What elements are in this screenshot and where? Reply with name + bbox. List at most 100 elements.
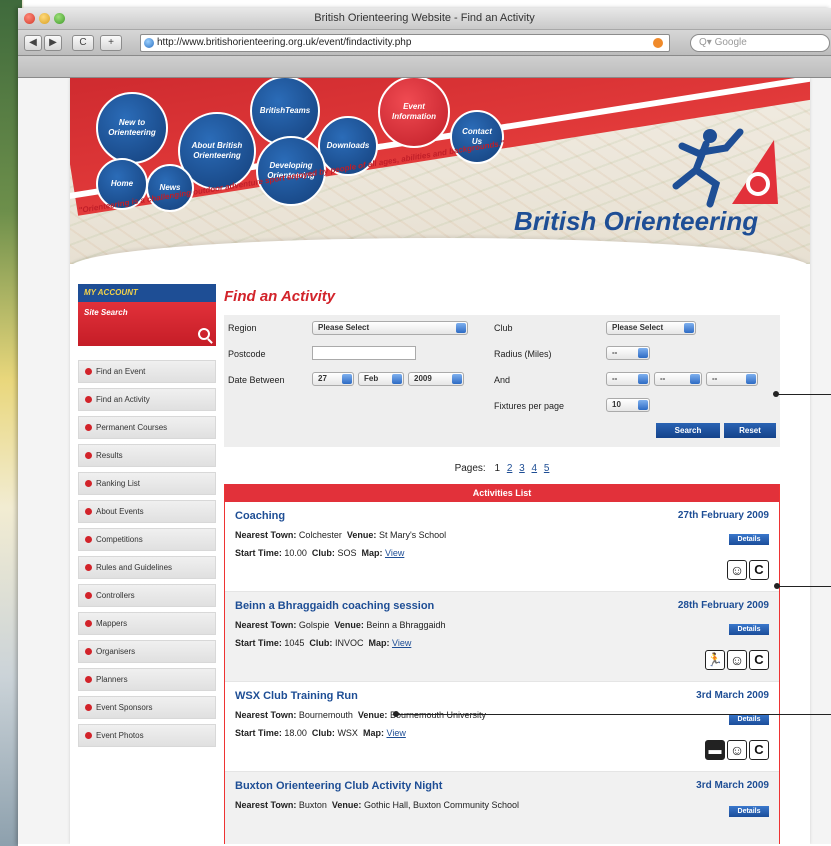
activity-row: Buxton Orienteering Club Activity Night … <box>225 772 779 844</box>
rss-icon[interactable] <box>653 38 663 48</box>
sidebar-item-planners[interactable]: Planners <box>78 668 216 691</box>
page-link-1: 1 <box>494 463 501 474</box>
sidebar-item-label: Event Sponsors <box>96 703 153 712</box>
radius-label: Radius (Miles) <box>494 349 552 359</box>
sidebar-item-competitions[interactable]: Competitions <box>78 528 216 551</box>
sidebar-item-event-sponsors[interactable]: Event Sponsors <box>78 696 216 719</box>
page-link-5[interactable]: 5 <box>544 463 550 474</box>
details-button[interactable]: Details <box>729 806 769 817</box>
address-url: http://www.britishorienteering.org.uk/ev… <box>157 37 412 48</box>
google-search-field[interactable]: Q▾ Google <box>690 34 830 52</box>
sidebar-item-label: Organisers <box>96 647 136 656</box>
details-button[interactable]: Details <box>729 714 769 725</box>
sidebar-item-rules-and-guidelines[interactable]: Rules and Guidelines <box>78 556 216 579</box>
end-year-select[interactable]: -- <box>706 372 758 386</box>
activity-title[interactable]: Buxton Orienteering Club Activity Night <box>235 780 769 792</box>
coaching-c-icon: C <box>749 650 769 670</box>
venue-value: St Mary's School <box>378 530 447 540</box>
sidebar-item-label: Mappers <box>96 619 128 628</box>
end-month-select[interactable]: -- <box>654 372 702 386</box>
bullet-icon <box>85 732 92 739</box>
back-button[interactable]: ◀ <box>24 35 42 51</box>
start-time-value: 10.00 <box>284 548 307 558</box>
activity-title[interactable]: WSX Club Training Run <box>235 690 769 702</box>
nav-bubble-new-to-orienteering[interactable]: New to Orienteering <box>96 92 168 164</box>
search-icon: Q▾ <box>699 37 715 48</box>
sidebar-item-find-an-activity[interactable]: Find an Activity <box>78 388 216 411</box>
map-view-link[interactable]: View <box>385 548 404 558</box>
start-year-select[interactable]: 2009 <box>408 372 464 386</box>
start-time-label: Start Time: <box>235 728 282 738</box>
sidebar-item-label: Controllers <box>96 591 135 600</box>
my-account-tab[interactable]: MY ACCOUNT <box>78 284 216 302</box>
sidebar-item-find-an-event[interactable]: Find an Event <box>78 360 216 383</box>
sidebar-item-label: Rules and Guidelines <box>96 563 173 572</box>
bullet-icon <box>85 704 92 711</box>
map-view-link[interactable]: View <box>386 728 405 738</box>
nearest-town-value: Golspie <box>298 620 330 630</box>
callout-line <box>396 714 831 715</box>
smiley-icon: ☺ <box>727 560 747 580</box>
bullet-icon <box>85 396 92 403</box>
page-link-3[interactable]: 3 <box>519 463 525 474</box>
venue-label: Venue: <box>334 620 364 630</box>
address-bar[interactable]: http://www.britishorienteering.org.uk/ev… <box>140 34 670 52</box>
forward-button[interactable]: ▶ <box>44 35 62 51</box>
page-link-2[interactable]: 2 <box>507 463 513 474</box>
page-title: Find an Activity <box>224 288 336 305</box>
sidebar-item-organisers[interactable]: Organisers <box>78 640 216 663</box>
night-torch-icon: ▬ <box>705 740 725 760</box>
site-search-label: Site Search <box>84 308 128 317</box>
nearest-town-label: Nearest Town: <box>235 710 297 720</box>
sidebar-nav: Find an Event Find an Activity Permanent… <box>78 360 216 747</box>
sidebar-item-results[interactable]: Results <box>78 444 216 467</box>
start-time-value: 18.00 <box>284 728 307 738</box>
fixtures-per-page-select[interactable]: 10 <box>606 398 650 412</box>
sidebar-item-event-photos[interactable]: Event Photos <box>78 724 216 747</box>
details-button[interactable]: Details <box>729 534 769 545</box>
page-link-4[interactable]: 4 <box>532 463 538 474</box>
window-title: British Orienteering Website - Find an A… <box>314 12 535 24</box>
sidebar-item-controllers[interactable]: Controllers <box>78 584 216 607</box>
nav-bubble-event-information[interactable]: Event Information <box>378 78 450 148</box>
reload-button[interactable]: C <box>72 35 94 51</box>
activity-location: Nearest Town: Bournemouth Venue: Bournem… <box>235 710 769 720</box>
bullet-icon <box>85 564 92 571</box>
sidebar-item-permanent-courses[interactable]: Permanent Courses <box>78 416 216 439</box>
club-label: Club <box>494 323 513 333</box>
search-button[interactable]: Search <box>656 423 720 438</box>
postcode-input[interactable] <box>312 346 416 360</box>
map-view-link[interactable]: View <box>392 638 411 648</box>
start-month-select[interactable]: Feb <box>358 372 404 386</box>
nav-bubble-contact-us[interactable]: Contact Us <box>450 110 504 164</box>
sidebar-item-mappers[interactable]: Mappers <box>78 612 216 635</box>
browser-toolbar: ◀ ▶ C + http://www.britishorienteering.o… <box>18 30 831 56</box>
nearest-town-label: Nearest Town: <box>235 620 297 630</box>
sidebar-item-label: Ranking List <box>96 479 141 488</box>
end-day-select[interactable]: -- <box>606 372 650 386</box>
activity-date: 28th February 2009 <box>677 600 769 611</box>
start-day-select[interactable]: 27 <box>312 372 354 386</box>
search-placeholder: Google <box>714 37 747 48</box>
site-search-box[interactable]: Site Search <box>78 302 216 346</box>
activity-meta: Start Time: 18.00 Club: WSX Map: View <box>235 728 769 738</box>
club-value: INVOC <box>334 638 364 648</box>
region-select[interactable]: Please Select <box>312 321 468 335</box>
british-orienteering-logo[interactable]: British Orienteering <box>514 206 758 237</box>
activities-list-header: Activities List <box>225 484 779 502</box>
reset-button[interactable]: Reset <box>724 423 776 438</box>
radius-select[interactable]: -- <box>606 346 650 360</box>
title-bar: British Orienteering Website - Find an A… <box>18 8 831 30</box>
sidebar-item-label: Results <box>96 451 123 460</box>
sidebar-item-about-events[interactable]: About Events <box>78 500 216 523</box>
club-value: WSX <box>337 728 358 738</box>
details-button[interactable]: Details <box>729 624 769 635</box>
add-bookmark-button[interactable]: + <box>100 35 122 51</box>
magnifier-icon[interactable] <box>198 328 210 340</box>
bullet-icon <box>85 424 92 431</box>
pagination: Pages: 1 2 3 4 5 <box>224 463 780 474</box>
sidebar-item-label: Find an Activity <box>96 395 150 404</box>
sidebar-item-ranking-list[interactable]: Ranking List <box>78 472 216 495</box>
date-between-label: Date Between <box>228 375 285 385</box>
club-select[interactable]: Please Select <box>606 321 696 335</box>
